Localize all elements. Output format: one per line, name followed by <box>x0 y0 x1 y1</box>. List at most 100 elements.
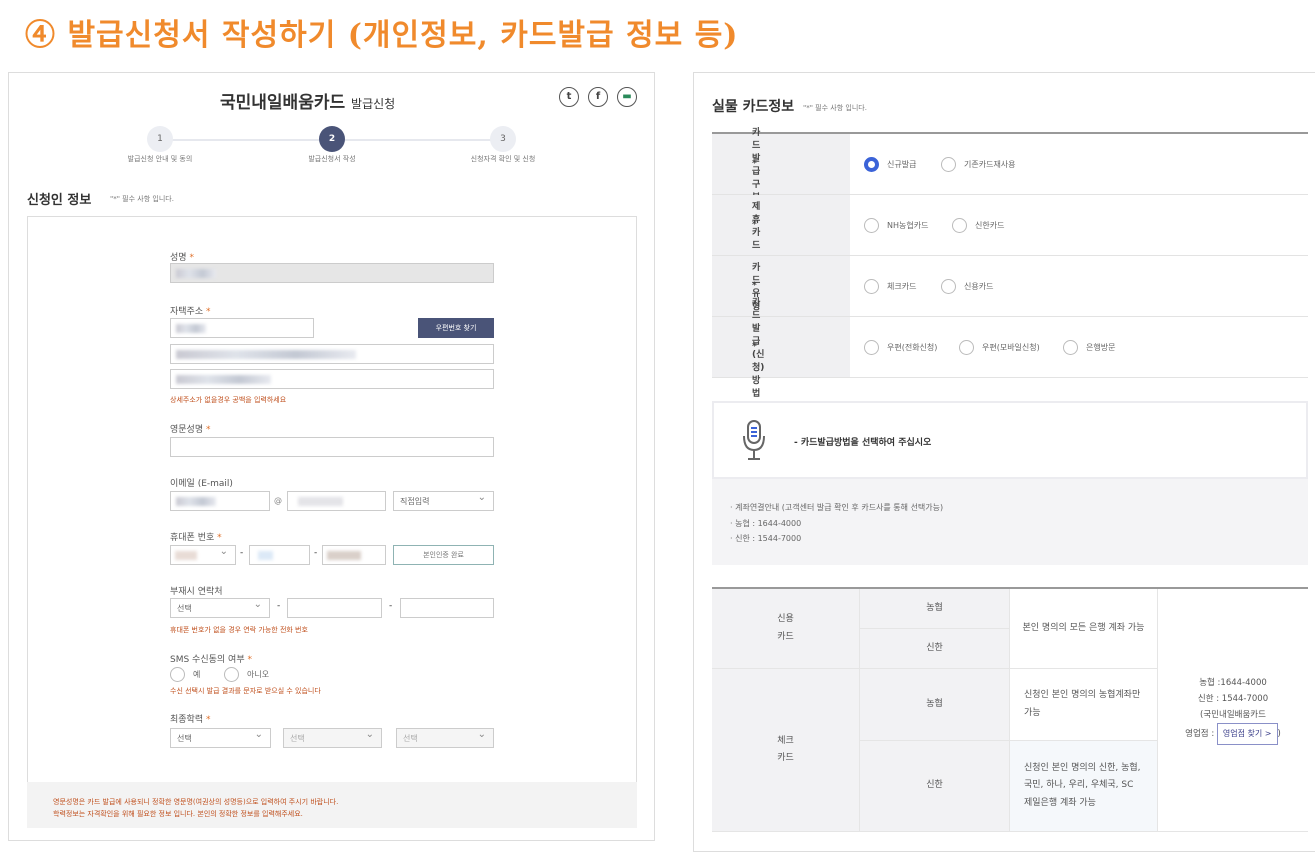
contact-nh: 농협 :1644-4000 <box>1199 677 1267 688</box>
sms-yes-radio[interactable] <box>170 667 185 682</box>
step-2-label: 발급신청서 작성 <box>308 155 356 163</box>
education-select-3[interactable]: 선택 <box>396 728 494 748</box>
note-2: 학력정보는 자격확인을 위해 필요한 정보 입니다. 본인의 정확한 정보를 입… <box>53 810 303 818</box>
required-note: "*" 필수 사항 입니다. <box>110 195 174 203</box>
address-hint: 상세주소가 없을경우 공백을 입력하세요 <box>170 396 287 404</box>
mobile-prefix-select[interactable] <box>170 545 236 565</box>
dash: - <box>314 548 318 558</box>
form-notes: 영문성명은 카드 발급에 사용되니 정확한 영문명(여권상의 성명등)으로 입력… <box>27 782 637 828</box>
email-domain-input[interactable] <box>287 491 386 511</box>
reuse-card-radio[interactable] <box>941 157 956 172</box>
option-label: 우편(전화신청) <box>887 343 938 352</box>
zipcode-search-button[interactable]: 우편번호 찾기 <box>418 318 494 338</box>
form-title: 국민내일배움카드 발급신청 <box>220 88 395 113</box>
card-required-note: "*" 필수 사항 입니다. <box>803 104 867 112</box>
eng-name-label: 영문성명 * <box>170 425 211 435</box>
title-sub: 발급신청 <box>351 97 396 111</box>
card-section-title: 실물 카드정보 <box>712 99 795 115</box>
alt-prefix-select[interactable]: 선택 <box>170 598 270 618</box>
option-label: 신규발급 <box>887 160 917 169</box>
new-issue-radio[interactable] <box>864 157 879 172</box>
mobile-label: 휴대폰 번호 * <box>170 533 222 543</box>
credit-card-cell: 신용 카드 <box>712 589 860 669</box>
check-card-radio[interactable] <box>864 279 879 294</box>
account-info: · 계좌연결안내 (고객센터 발급 확인 후 카드사를 통해 선택가능) · 농… <box>712 479 1308 565</box>
address-detail-input[interactable] <box>170 369 494 389</box>
info-line: · 계좌연결안내 (고객센터 발급 확인 후 카드사를 통해 선택가능) <box>730 503 944 512</box>
alt-middle-input[interactable] <box>287 598 382 618</box>
education-select-1[interactable]: 선택 <box>170 728 271 748</box>
name-label: 성명 * <box>170 253 194 263</box>
option-label: 신용카드 <box>964 282 994 291</box>
address-input[interactable] <box>170 344 494 364</box>
credit-card-radio[interactable] <box>941 279 956 294</box>
dash: - <box>389 601 393 611</box>
education-label: 최종학력 * <box>170 715 211 725</box>
option-label: 은행방문 <box>1086 343 1116 352</box>
branch-search-button[interactable]: 영업점 찾기 > <box>1216 723 1278 746</box>
mobile-last-input[interactable] <box>322 545 386 565</box>
contact-cell: 농협 :1644-4000 신한 : 1544-7000 (국민내일배움카드 영… <box>1158 589 1308 832</box>
bank-visit-radio[interactable] <box>1063 340 1078 355</box>
branch-line: 영업점 : 영업점 찾기 >) <box>1185 723 1281 746</box>
sms-no-radio[interactable] <box>224 667 239 682</box>
info-line: · 농협 : 1644-4000 <box>730 518 802 528</box>
alt-contact-hint: 휴대폰 번호가 없을 경우 연락 가능한 전화 번호 <box>170 626 308 634</box>
alt-last-input[interactable] <box>400 598 494 618</box>
contact-shinhan: 신한 : 1544-7000 <box>1197 693 1269 704</box>
contact-note: (국민내일배움카드 <box>1200 710 1266 721</box>
row-partner-card: 제휴카드 * NH농협카드 신한카드 <box>712 195 1308 256</box>
dash: - <box>277 601 281 611</box>
twitter-icon[interactable]: t <box>559 87 579 107</box>
check-nh-cell: 농협 <box>860 669 1010 741</box>
name-input[interactable] <box>170 263 494 283</box>
eng-name-input[interactable] <box>170 437 494 457</box>
alt-contact-label: 부재시 연락처 <box>170 587 223 597</box>
step-3-label: 신청자격 확인 및 신청 <box>470 155 536 163</box>
address-label: 자택주소 * <box>170 307 211 317</box>
step-1: 1 <box>147 126 173 152</box>
notice-box: - 카드발급방법을 선택하여 주십시오 <box>712 401 1308 479</box>
row-issue-type: 카드 발급구분 * 신규발급 기존카드재사용 <box>712 128 1308 203</box>
email-at: @ <box>274 496 282 505</box>
option-label: 우편(모바일신청) <box>982 343 1040 352</box>
note-1: 영문성명은 카드 발급에 사용되니 정확한 영문명(여권상의 성명등)으로 입력… <box>53 798 339 806</box>
option-label: 체크카드 <box>887 282 917 291</box>
page-heading: ④ 발급신청서 작성하기 (개인정보, 카드발급 정보 등) <box>25 18 739 53</box>
check-shinhan-desc-cell: 신청인 본인 명의의 신한, 농협, 국민, 하나, 우리, 우체국, SC 제… <box>1010 741 1158 832</box>
title-main: 국민내일배움카드 <box>220 93 346 113</box>
zipcode-input[interactable] <box>170 318 314 338</box>
check-card-cell: 체크 카드 <box>712 669 860 832</box>
option-label: 기존카드재사용 <box>964 160 1016 169</box>
check-nh-desc-cell: 신청인 본인 명의의 농협계좌만 가능 <box>1010 669 1158 741</box>
info-line: · 신한 : 1544-7000 <box>730 534 802 543</box>
microphone-icon <box>743 420 765 460</box>
verify-button[interactable]: 본인인증 완료 <box>393 545 494 565</box>
step-2: 2 <box>319 126 345 152</box>
credit-desc-cell: 본인 명의의 모든 은행 계좌 가능 <box>1010 589 1158 669</box>
mobile-middle-input[interactable] <box>249 545 310 565</box>
credit-shinhan-cell: 신한 <box>860 629 1010 669</box>
email-id-input[interactable] <box>170 491 270 511</box>
notice-text: - 카드발급방법을 선택하여 주십시오 <box>794 438 932 448</box>
step-3: 3 <box>490 126 516 152</box>
option-label: 신한카드 <box>975 221 1005 230</box>
check-shinhan-cell: 신한 <box>860 741 1010 832</box>
sms-label: SMS 수신동의 여부 * <box>170 655 252 665</box>
mail-mobile-radio[interactable] <box>959 340 974 355</box>
step-1-label: 발급신청 안내 및 동의 <box>127 155 193 163</box>
dash: - <box>240 548 244 558</box>
education-select-2[interactable]: 선택 <box>283 728 382 748</box>
facebook-icon[interactable]: f <box>588 87 608 107</box>
email-domain-select[interactable]: 직접입력 <box>393 491 494 511</box>
email-label: 이메일 (E-mail) <box>170 479 233 489</box>
row-issue-method: 카드발급(신청)방법 * 우편(전화신청) 우편(모바일신청) 은행방문 <box>712 298 1308 399</box>
share-icon[interactable]: ▬ <box>617 87 637 107</box>
mail-phone-radio[interactable] <box>864 340 879 355</box>
sms-yes-label: 예 <box>193 670 201 679</box>
section-title: 신청인 정보 <box>27 193 92 208</box>
nh-card-radio[interactable] <box>864 218 879 233</box>
shinhan-card-radio[interactable] <box>952 218 967 233</box>
credit-nh-cell: 농협 <box>860 589 1010 629</box>
row-card-type: 카드유형 * 체크카드 신용카드 <box>712 256 1308 317</box>
